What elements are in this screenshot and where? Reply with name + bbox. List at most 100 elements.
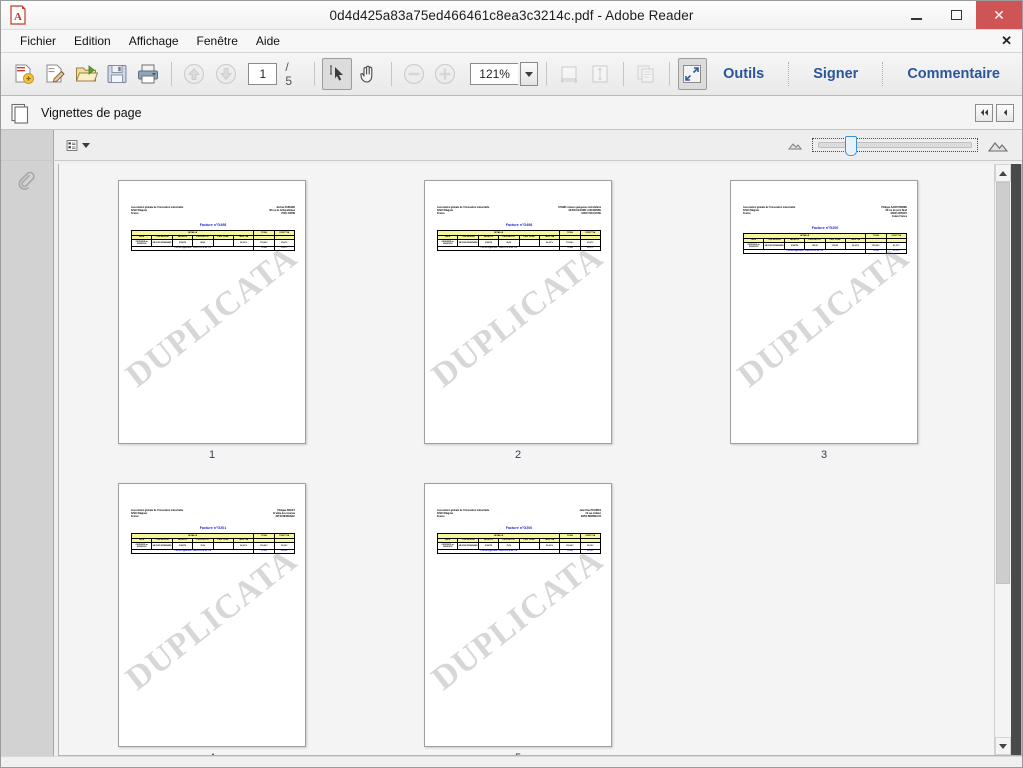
invoice-tva-total: 25,00 € — [273, 548, 296, 555]
previous-page-icon[interactable] — [180, 58, 209, 90]
thumbnail-sub-toolbar — [1, 130, 1022, 161]
minimize-button[interactable] — [896, 1, 936, 29]
invoice-footer-note: TVA non applicable - article 293 B du CG… — [436, 245, 561, 252]
chevron-down-icon — [524, 71, 533, 77]
invoice-recipient: Philippe BOUET 12 allée des Acacias 33740 … — [272, 510, 295, 519]
invoice-mini-render: Association globale de l'innovation indu… — [436, 510, 602, 555]
invoice-mini-render: Association globale de l'innovation indu… — [130, 510, 296, 555]
thumbnail-options-button[interactable] — [66, 135, 90, 155]
tools-button[interactable]: Outils — [709, 66, 778, 82]
invoice-tva-total: 29,67 € — [579, 245, 602, 252]
invoice-footer-note: TVA non applicable - article 293 B du CG… — [130, 245, 255, 252]
page-thumbnail-2[interactable]: Association globale de l'innovation indu… — [424, 180, 612, 444]
thumbnail-page-number: 1 — [208, 449, 216, 461]
invoice-total-label: TOTAL — [559, 245, 581, 252]
fit-page-icon[interactable] — [586, 58, 615, 90]
scroll-up-button[interactable] — [995, 164, 1011, 182]
invoice-recipient: Jérôme DURAND 38 rue de la République 7501… — [269, 207, 295, 216]
invoice-total-label: TOTAL — [559, 548, 581, 555]
thumbnail-page-number: 4 — [209, 752, 215, 755]
scroll-down-button[interactable] — [995, 737, 1011, 755]
thumbnail-cell[interactable]: Association globale de l'innovation indu… — [365, 483, 671, 755]
menu-fenetre[interactable]: Fenêtre — [188, 32, 247, 50]
next-page-icon[interactable] — [211, 58, 240, 90]
chevron-up-icon — [999, 170, 1007, 176]
title-bar: A 0d4d425a83a75ed466461c8ea3c3214c.pdf -… — [1, 1, 1022, 30]
page-number-input[interactable]: 1 — [248, 63, 278, 85]
invoice-title: Facture n°G200 — [811, 226, 839, 231]
zoom-level-input[interactable]: 121% — [470, 63, 519, 85]
thumbnail-page-number: 2 — [514, 449, 522, 461]
page-thumbnail-icon — [9, 101, 31, 125]
invoice-recipient: SYNDIC maison gangeoise immobilière 29 BO… — [558, 207, 601, 216]
invoice-mini-render: Association globale de l'innovation indu… — [436, 207, 602, 252]
invoice-tva-total: 29,67 € — [273, 245, 296, 252]
slider-handle[interactable] — [845, 136, 857, 156]
menu-fichier[interactable]: Fichier — [11, 32, 65, 50]
page-thumbnail-3[interactable]: Association globale de l'innovation indu… — [730, 180, 918, 444]
comment-button[interactable]: Commentaire — [893, 66, 1014, 82]
menu-edition[interactable]: Edition — [65, 32, 120, 50]
page-thumbnail-1[interactable]: Association globale de l'innovation indu… — [118, 180, 306, 444]
save-icon[interactable] — [103, 58, 132, 90]
scrollbar-thumb[interactable] — [996, 182, 1010, 584]
create-pdf-icon[interactable] — [9, 58, 38, 90]
thumbnail-cell[interactable]: Association globale de l'innovation indu… — [365, 180, 671, 461]
collapse-all-button[interactable] — [975, 103, 993, 122]
menu-aide[interactable]: Aide — [247, 32, 289, 50]
adobe-reader-window: A 0d4d425a83a75ed466461c8ea3c3214c.pdf -… — [0, 0, 1023, 768]
thumbnail-cell[interactable]: Association globale de l'innovation indu… — [59, 180, 365, 461]
select-tool-icon[interactable] — [322, 58, 352, 90]
fullscreen-icon[interactable] — [677, 58, 708, 90]
thumbnail-page-number: 3 — [820, 449, 828, 461]
zoom-in-icon[interactable] — [431, 58, 460, 90]
invoice-sender: Association globale de l'innovation indu… — [131, 207, 184, 216]
attachments-icon[interactable] — [14, 169, 40, 195]
thumbnail-page-number: 5 — [515, 752, 521, 755]
thumbnail-pane: Association globale de l'innovation indu… — [58, 164, 1022, 756]
open-file-icon[interactable] — [71, 58, 100, 90]
sign-button[interactable]: Signer — [799, 66, 872, 82]
invoice-total-label: TOTAL — [253, 245, 275, 252]
zoom-dropdown-button[interactable] — [520, 62, 538, 86]
invoice-tva-total: 41,67 € — [885, 248, 908, 255]
svg-text:A: A — [14, 11, 22, 23]
page-thumbnail-5[interactable]: Association globale de l'innovation indu… — [424, 483, 612, 747]
hand-tool-icon[interactable] — [354, 58, 383, 90]
snapshot-icon[interactable] — [632, 58, 661, 90]
invoice-sender: Association globale de l'innovation indu… — [131, 510, 184, 519]
maximize-button[interactable] — [936, 1, 976, 29]
menu-affichage[interactable]: Affichage — [120, 32, 188, 50]
left-navigation-rail — [1, 161, 54, 756]
main-toolbar: 1 / 5 121% Outils Signer Commentaire — [1, 53, 1022, 96]
panel-header: Vignettes de page — [1, 96, 1022, 130]
thumbnail-cell[interactable]: Association globale de l'innovation indu… — [59, 483, 365, 755]
duplicata-watermark: DUPLICATA — [119, 238, 305, 395]
enlarge-thumbnails-icon[interactable] — [988, 137, 1008, 153]
invoice-recipient: Philippe SAINT-PIERRE 39 rue du pont Neuf… — [881, 207, 907, 219]
panel-title: Vignettes de page — [41, 105, 142, 120]
thumbnail-size-slider[interactable] — [812, 136, 978, 156]
reduce-thumbnails-icon[interactable] — [788, 139, 802, 151]
invoice-mini-render: Association globale de l'innovation indu… — [130, 207, 296, 252]
page-total-label: / 5 — [285, 60, 293, 88]
zoom-out-icon[interactable] — [400, 58, 429, 90]
page-thumbnail-4[interactable]: Association globale de l'innovation indu… — [118, 483, 306, 747]
fit-width-icon[interactable] — [555, 58, 584, 90]
invoice-title: Facture n°G201 — [199, 526, 227, 531]
print-icon[interactable] — [134, 58, 163, 90]
invoice-title: Facture n°G498 — [199, 223, 227, 228]
close-button[interactable]: ✕ — [976, 1, 1022, 29]
duplicata-watermark: DUPLICATA — [731, 238, 917, 395]
close-document-button[interactable]: ✕ — [1001, 33, 1012, 49]
collapse-panel-button[interactable] — [996, 103, 1014, 122]
thumbnail-cell[interactable]: Association globale de l'innovation indu… — [671, 180, 977, 461]
duplicata-watermark: DUPLICATA — [425, 541, 611, 698]
invoice-sender: Association globale de l'innovation indu… — [437, 207, 490, 216]
panel-nav-buttons — [975, 103, 1014, 122]
adobe-reader-logo-icon: A — [7, 4, 29, 26]
edit-pdf-icon[interactable] — [40, 58, 69, 90]
scrollbar-track[interactable] — [995, 182, 1011, 737]
vertical-scrollbar[interactable] — [994, 164, 1011, 755]
invoice-footer-note: TVA non applicable - article 293 B du CG… — [742, 248, 867, 255]
